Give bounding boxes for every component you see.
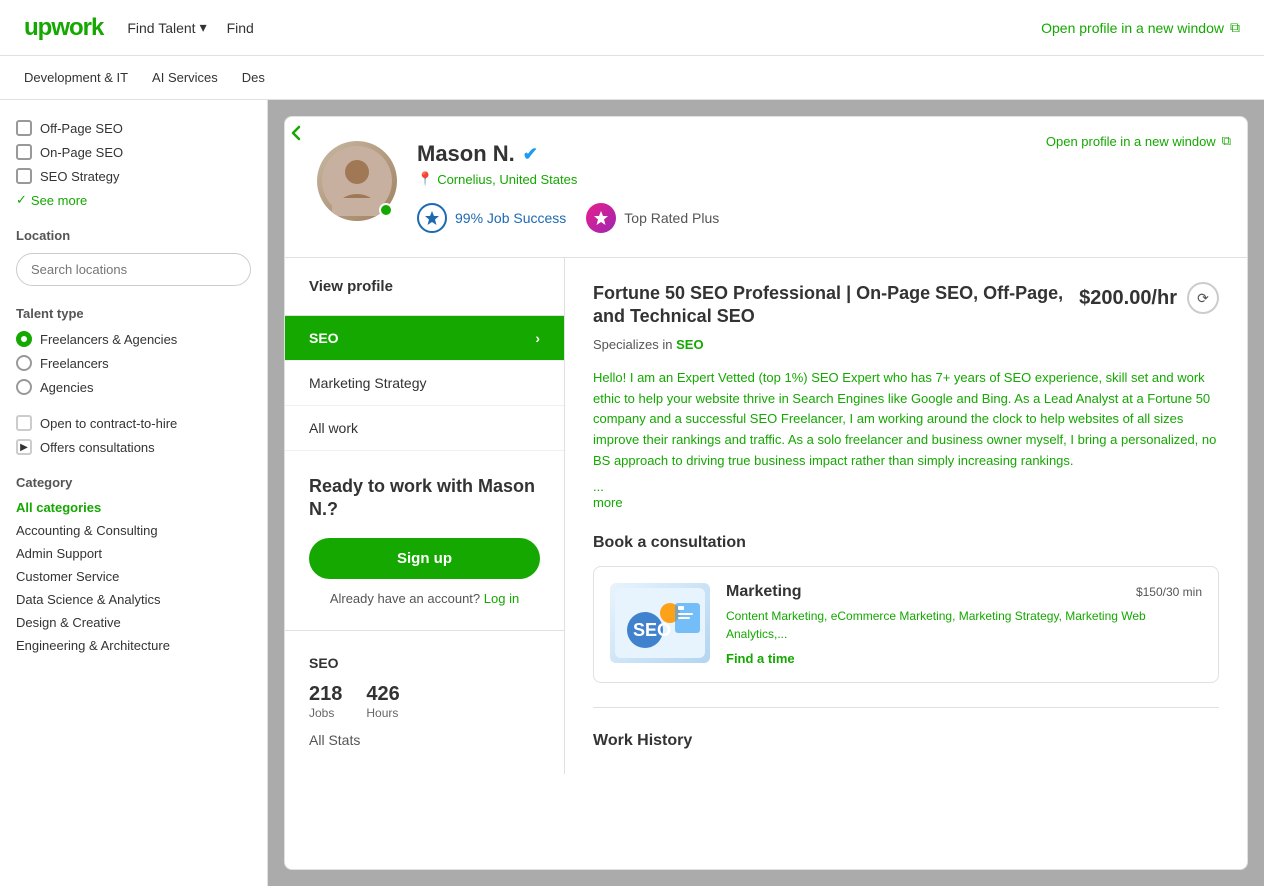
checkbox-off-page-seo[interactable] xyxy=(16,120,32,136)
category-section: Category All categories Accounting & Con… xyxy=(16,475,251,653)
nav-links: Find Talent ▾ Find xyxy=(127,19,254,36)
cat-admin[interactable]: Admin Support xyxy=(16,546,251,561)
consult-tags: Content Marketing, eCommerce Marketing, … xyxy=(726,607,1202,643)
job-title-row: Fortune 50 SEO Professional | On-Page SE… xyxy=(593,282,1219,329)
open-profile-window-link[interactable]: Open profile in a new window ⧉ xyxy=(1046,133,1231,149)
badges-row: 99% Job Success Top Rated Plus xyxy=(417,203,1215,233)
open-profile-link[interactable]: Open profile in a new window ⧉ xyxy=(1041,19,1240,36)
back-button[interactable] xyxy=(278,115,314,151)
job-success-badge: 99% Job Success xyxy=(417,203,566,233)
top-rated-icon xyxy=(586,203,616,233)
all-stats-link[interactable]: All Stats xyxy=(309,732,540,748)
cat-data-science[interactable]: Data Science & Analytics xyxy=(16,592,251,607)
consult-price: $150/30 min xyxy=(1136,583,1202,600)
main-layout: Off-Page SEO On-Page SEO SEO Strategy ✓ … xyxy=(0,100,1264,886)
other-options-section: Open to contract-to-hire ▶ Offers consul… xyxy=(16,415,251,455)
profile-card: Open profile in a new window ⧉ xyxy=(284,116,1248,870)
online-indicator xyxy=(379,203,393,217)
ready-title: Ready to work with Mason N.? xyxy=(309,475,540,522)
work-history-title: Work History xyxy=(593,707,1219,750)
top-navigation: upwork Find Talent ▾ Find Open profile i… xyxy=(0,0,1264,56)
catbar-item-des[interactable]: Des xyxy=(242,70,265,85)
profile-info: Mason N. ✔ 📍 Cornelius, United States xyxy=(417,141,1215,233)
find-nav[interactable]: Find xyxy=(227,19,254,36)
profile-left-panel: View profile SEO › Marketing Strategy Al… xyxy=(285,258,565,774)
view-profile-link[interactable]: View profile xyxy=(285,258,564,316)
radio-freelancers-agencies-circle[interactable] xyxy=(16,331,32,347)
menu-marketing-strategy[interactable]: Marketing Strategy xyxy=(285,361,564,406)
catbar-item-ai[interactable]: AI Services xyxy=(152,70,218,85)
chevron-down-icon: ✓ xyxy=(16,192,27,208)
consult-title: Book a consultation xyxy=(593,534,1219,552)
profile-overlay: Open profile in a new window ⧉ xyxy=(268,100,1264,886)
logo[interactable]: upwork xyxy=(24,14,103,42)
filter-contract-to-hire[interactable]: Open to contract-to-hire xyxy=(16,415,251,431)
cat-accounting[interactable]: Accounting & Consulting xyxy=(16,523,251,538)
rate: $200.00/hr xyxy=(1079,287,1177,310)
menu-all-work[interactable]: All work xyxy=(285,406,564,451)
radio-agencies-circle[interactable] xyxy=(16,379,32,395)
checkbox-seo-strategy[interactable] xyxy=(16,168,32,184)
top-rated-badge: Top Rated Plus xyxy=(586,203,719,233)
avatar-wrap xyxy=(317,141,397,221)
talent-type-section: Talent type Freelancers & Agencies Freel… xyxy=(16,306,251,395)
signup-button[interactable]: Sign up xyxy=(309,538,540,579)
radio-agencies[interactable]: Agencies xyxy=(16,379,251,395)
profile-right-panel: Fortune 50 SEO Professional | On-Page SE… xyxy=(565,258,1247,774)
profile-body: View profile SEO › Marketing Strategy Al… xyxy=(285,258,1247,774)
consult-card: SEO Marketing xyxy=(593,566,1219,683)
job-success-icon xyxy=(417,203,447,233)
seo-stats: SEO 218 Jobs 426 Hours All Stats xyxy=(285,631,564,772)
login-link[interactable]: Log in xyxy=(484,591,519,606)
seo-filters: Off-Page SEO On-Page SEO SEO Strategy ✓ … xyxy=(16,120,251,208)
filter-consultations[interactable]: ▶ Offers consultations xyxy=(16,439,251,455)
location-section: Location xyxy=(16,228,251,286)
chevron-down-icon: ▾ xyxy=(200,19,207,36)
ready-section: Ready to work with Mason N.? Sign up Alr… xyxy=(285,451,564,631)
filter-seo-strategy[interactable]: SEO Strategy xyxy=(16,168,251,184)
checkbox-contract[interactable] xyxy=(16,415,32,431)
filter-on-page-seo[interactable]: On-Page SEO xyxy=(16,144,251,160)
specializes: Specializes in SEO xyxy=(593,337,1219,352)
catbar-item-dev[interactable]: Development & IT xyxy=(24,70,128,85)
location-search-input[interactable] xyxy=(16,253,251,286)
stats-row: 218 Jobs 426 Hours xyxy=(309,683,540,720)
sidebar: Off-Page SEO On-Page SEO SEO Strategy ✓ … xyxy=(0,100,268,886)
bio-text: Hello! I am an Expert Vetted (top 1%) SE… xyxy=(593,368,1219,472)
rate-icon[interactable]: ⟳ xyxy=(1187,282,1219,314)
radio-freelancers-agencies[interactable]: Freelancers & Agencies xyxy=(16,331,251,347)
svg-text:SEO: SEO xyxy=(633,620,671,640)
category-bar: Development & IT AI Services Des xyxy=(0,56,1264,100)
hours-stat: 426 Hours xyxy=(366,683,399,720)
consult-image: SEO xyxy=(610,583,710,663)
cat-customer-service[interactable]: Customer Service xyxy=(16,569,251,584)
see-more-button[interactable]: ✓ See more xyxy=(16,192,251,208)
rate-row: $200.00/hr ⟳ xyxy=(1079,282,1219,314)
filter-off-page-seo[interactable]: Off-Page SEO xyxy=(16,120,251,136)
find-talent-nav[interactable]: Find Talent ▾ xyxy=(127,19,206,36)
find-time-link[interactable]: Find a time xyxy=(726,651,1202,666)
location-pin-icon: 📍 xyxy=(417,171,433,187)
consult-info: Marketing $150/30 min Content Marketing,… xyxy=(726,583,1202,666)
jobs-stat: 218 Jobs xyxy=(309,683,342,720)
radio-freelancers-circle[interactable] xyxy=(16,355,32,371)
profile-location: 📍 Cornelius, United States xyxy=(417,171,1215,187)
all-categories-link[interactable]: All categories xyxy=(16,500,251,515)
checkbox-on-page-seo[interactable] xyxy=(16,144,32,160)
already-have-account: Already have an account? Log in xyxy=(309,591,540,606)
consultation-section: Book a consultation SEO xyxy=(593,534,1219,683)
menu-seo[interactable]: SEO › xyxy=(285,316,564,361)
job-title: Fortune 50 SEO Professional | On-Page SE… xyxy=(593,282,1063,329)
radio-freelancers[interactable]: Freelancers xyxy=(16,355,251,371)
cat-design[interactable]: Design & Creative xyxy=(16,615,251,630)
external-link-icon: ⧉ xyxy=(1230,19,1240,36)
cat-engineering[interactable]: Engineering & Architecture xyxy=(16,638,251,653)
bio-ellipsis: ... xyxy=(593,479,604,494)
verified-icon: ✔ xyxy=(523,144,538,165)
bio-more-link[interactable]: more xyxy=(593,495,623,510)
external-link-icon2: ⧉ xyxy=(1222,133,1231,149)
checkbox-consult[interactable]: ▶ xyxy=(16,439,32,455)
arrow-icon: › xyxy=(535,330,540,346)
